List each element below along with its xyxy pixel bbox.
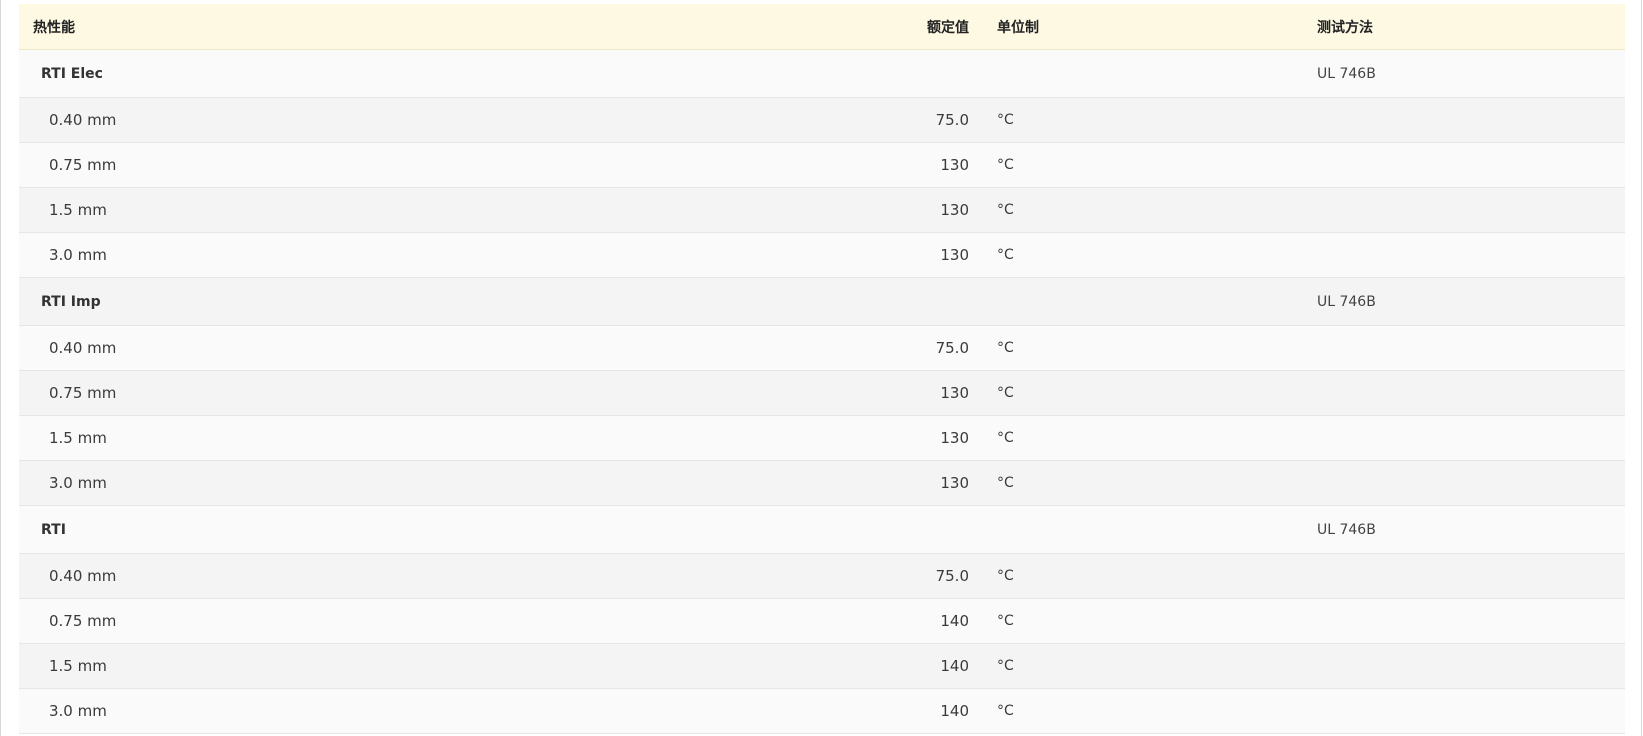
- group-row-rti-imp: RTI Imp UL 746B: [19, 278, 1625, 326]
- thickness-label: 3.0 mm: [49, 702, 107, 720]
- unit-label: °C: [997, 475, 1014, 491]
- group-method: UL 746B: [1317, 521, 1376, 538]
- table-row: 0.40 mm 75.0 °C: [19, 554, 1625, 599]
- table-row: 1.5 mm 130 °C: [19, 416, 1625, 461]
- table-header-row: 热性能 额定值 单位制 测试方法: [19, 4, 1625, 50]
- thickness-label: 0.40 mm: [49, 339, 117, 357]
- rated-value: 140: [940, 657, 969, 675]
- group-name: RTI Elec: [41, 65, 103, 82]
- thermal-properties-table: 热性能 额定值 单位制 测试方法 RTI Elec UL 746B 0.40 m…: [19, 4, 1625, 734]
- unit-label: °C: [997, 703, 1014, 719]
- header-property: 热性能: [33, 19, 75, 36]
- unit-label: °C: [997, 112, 1014, 128]
- rated-value: 75.0: [935, 339, 969, 357]
- group-method: UL 746B: [1317, 65, 1376, 82]
- rated-value: 130: [940, 246, 969, 264]
- header-unit: 单位制: [997, 19, 1039, 36]
- rated-value: 130: [940, 156, 969, 174]
- header-method: 测试方法: [1317, 19, 1373, 36]
- rated-value: 130: [940, 384, 969, 402]
- thickness-label: 1.5 mm: [49, 657, 107, 675]
- table-row: 0.75 mm 140 °C: [19, 599, 1625, 644]
- thickness-label: 1.5 mm: [49, 429, 107, 447]
- unit-label: °C: [997, 568, 1014, 584]
- thickness-label: 3.0 mm: [49, 246, 107, 264]
- rated-value: 140: [940, 702, 969, 720]
- table-row: 1.5 mm 130 °C: [19, 188, 1625, 233]
- unit-label: °C: [997, 340, 1014, 356]
- rated-value: 130: [940, 474, 969, 492]
- group-row-rti: RTI UL 746B: [19, 506, 1625, 554]
- rated-value: 130: [940, 201, 969, 219]
- group-row-rti-elec: RTI Elec UL 746B: [19, 50, 1625, 98]
- thickness-label: 0.75 mm: [49, 384, 117, 402]
- rated-value: 75.0: [935, 111, 969, 129]
- thickness-label: 0.40 mm: [49, 111, 117, 129]
- header-value: 额定值: [927, 19, 969, 36]
- table-row: 1.5 mm 140 °C: [19, 644, 1625, 689]
- group-name: RTI: [41, 521, 66, 538]
- table-row: 3.0 mm 140 °C: [19, 689, 1625, 734]
- table-row: 0.40 mm 75.0 °C: [19, 98, 1625, 143]
- thickness-label: 1.5 mm: [49, 201, 107, 219]
- rated-value: 75.0: [935, 567, 969, 585]
- unit-label: °C: [997, 385, 1014, 401]
- group-method: UL 746B: [1317, 293, 1376, 310]
- table-row: 0.75 mm 130 °C: [19, 371, 1625, 416]
- page-frame: 热性能 额定值 单位制 测试方法 RTI Elec UL 746B 0.40 m…: [0, 0, 1642, 736]
- unit-label: °C: [997, 157, 1014, 173]
- unit-label: °C: [997, 430, 1014, 446]
- group-name: RTI Imp: [41, 293, 101, 310]
- unit-label: °C: [997, 202, 1014, 218]
- rated-value: 140: [940, 612, 969, 630]
- thickness-label: 0.75 mm: [49, 612, 117, 630]
- thickness-label: 3.0 mm: [49, 474, 107, 492]
- table-row: 0.75 mm 130 °C: [19, 143, 1625, 188]
- unit-label: °C: [997, 658, 1014, 674]
- thickness-label: 0.40 mm: [49, 567, 117, 585]
- unit-label: °C: [997, 247, 1014, 263]
- table-row: 3.0 mm 130 °C: [19, 461, 1625, 506]
- thickness-label: 0.75 mm: [49, 156, 117, 174]
- unit-label: °C: [997, 613, 1014, 629]
- rated-value: 130: [940, 429, 969, 447]
- table-row: 0.40 mm 75.0 °C: [19, 326, 1625, 371]
- table-row: 3.0 mm 130 °C: [19, 233, 1625, 278]
